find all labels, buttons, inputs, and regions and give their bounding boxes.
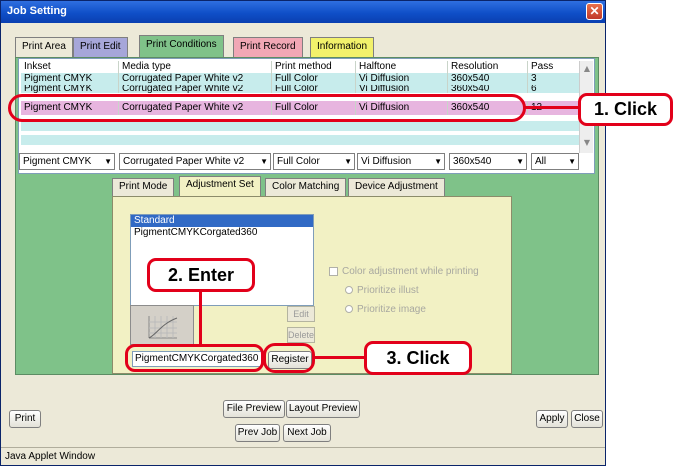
prioritize-illust-label: Prioritize illust — [357, 285, 419, 296]
checkbox-icon — [329, 266, 338, 276]
media-value: Corrugated Paper White v2 — [123, 156, 245, 167]
header-inkset: Inkset — [21, 61, 119, 73]
cell-media: Corrugated Paper White v2 — [119, 73, 272, 85]
inkset-value: Pigment CMYK — [23, 156, 92, 167]
pass-select[interactable]: All ▼ — [531, 153, 579, 170]
chevron-down-icon: ▼ — [260, 157, 268, 166]
layout-preview-button[interactable]: Layout Preview — [286, 400, 360, 418]
row-highlight-ring — [8, 94, 526, 122]
tab-color-matching[interactable]: Color Matching — [265, 178, 347, 196]
chevron-down-icon: ▼ — [568, 157, 576, 166]
scroll-up-icon[interactable]: ▲ — [581, 63, 593, 75]
cell-inkset: Pigment CMYK — [21, 73, 119, 85]
list-item[interactable]: Standard — [131, 215, 313, 227]
resolution-select[interactable]: 360x540 ▼ — [449, 153, 527, 170]
list-item[interactable]: PigmentCMYKCorgated360 — [131, 227, 313, 239]
apply-button[interactable]: Apply — [536, 410, 568, 428]
prev-job-button[interactable]: Prev Job — [235, 424, 280, 442]
graph-button[interactable] — [130, 305, 194, 345]
chevron-down-icon: ▼ — [516, 157, 524, 166]
scroll-down-icon[interactable]: ▼ — [581, 137, 593, 149]
cell-method: Full Color — [272, 85, 356, 93]
callout-connector — [524, 106, 580, 109]
chevron-down-icon: ▼ — [344, 157, 352, 166]
callout-connector — [313, 356, 365, 359]
halftone-value: Vi Diffusion — [361, 156, 412, 167]
tab-print-area[interactable]: Print Area — [15, 37, 73, 57]
header-print-method: Print method — [272, 61, 356, 73]
table-row-empty — [21, 121, 581, 131]
prioritize-image-radio[interactable]: Prioritize image — [345, 304, 426, 315]
header-pass: Pass — [528, 61, 581, 73]
curve-graph-icon — [148, 316, 178, 339]
cell-inkset: Pigment CMYK — [21, 85, 119, 93]
resolution-value: 360x540 — [453, 156, 492, 167]
color-adjust-checkbox[interactable]: Color adjustment while printing — [329, 266, 479, 277]
tab-information[interactable]: Information — [310, 37, 375, 57]
tab-adjustment-set[interactable]: Adjustment Set — [179, 176, 261, 196]
title-bar: Job Setting ✕ — [1, 1, 605, 23]
prioritize-illust-radio[interactable]: Prioritize illust — [345, 285, 419, 296]
tab-print-mode[interactable]: Print Mode — [112, 178, 175, 196]
radio-icon — [345, 305, 353, 314]
header-resolution: Resolution — [448, 61, 528, 73]
method-value: Full Color — [277, 156, 320, 167]
cell-method: Full Color — [272, 73, 356, 85]
pass-value: All — [535, 156, 547, 167]
inkset-select[interactable]: Pigment CMYK ▼ — [19, 153, 115, 170]
table-header: Inkset Media type Print method Halftone … — [21, 61, 581, 73]
halftone-select[interactable]: Vi Diffusion ▼ — [357, 153, 445, 170]
status-bar: Java Applet Window — [1, 447, 605, 465]
cell-resolution: 360x540 — [448, 85, 528, 93]
cell-media: Corrugated Paper White v2 — [119, 85, 272, 93]
cell-resolution: 360x540 — [448, 73, 528, 85]
register-highlight-ring — [263, 343, 315, 373]
cell-halftone: Vi Diffusion — [356, 85, 448, 93]
edit-button[interactable]: Edit — [287, 306, 315, 322]
callout-connector — [199, 291, 202, 345]
table-row[interactable]: Pigment CMYK Corrugated Paper White v2 F… — [21, 73, 581, 85]
step2-callout: 2. Enter — [147, 258, 255, 292]
cell-pass: 3 — [528, 73, 581, 85]
cell-pass: 6 — [528, 85, 581, 93]
chevron-down-icon: ▼ — [434, 157, 442, 166]
next-job-button[interactable]: Next Job — [283, 424, 331, 442]
job-setting-window: Job Setting ✕ Print Area Print Edit Prin… — [0, 0, 606, 466]
table-row[interactable]: Pigment CMYK Corrugated Paper White v2 F… — [21, 85, 581, 93]
delete-button[interactable]: Delete — [287, 327, 315, 343]
print-button[interactable]: Print — [9, 410, 41, 428]
header-media-type: Media type — [119, 61, 272, 73]
header-halftone: Halftone — [356, 61, 448, 73]
media-select[interactable]: Corrugated Paper White v2 ▼ — [119, 153, 271, 170]
radio-icon — [345, 286, 353, 295]
close-button[interactable]: Close — [571, 410, 603, 428]
file-preview-button[interactable]: File Preview — [223, 400, 285, 418]
tab-device-adjustment[interactable]: Device Adjustment — [348, 178, 445, 196]
step3-callout: 3. Click — [364, 341, 472, 375]
tab-print-record[interactable]: Print Record — [233, 37, 303, 57]
window-title: Job Setting — [7, 5, 67, 17]
cell-halftone: Vi Diffusion — [356, 73, 448, 85]
tab-print-edit[interactable]: Print Edit — [73, 37, 128, 57]
prioritize-image-label: Prioritize image — [357, 304, 426, 315]
input-highlight-ring — [125, 344, 264, 372]
table-row-empty — [21, 135, 581, 145]
tab-print-conditions[interactable]: Print Conditions — [139, 35, 224, 57]
chevron-down-icon: ▼ — [104, 157, 112, 166]
close-window-button[interactable]: ✕ — [586, 3, 603, 20]
color-adjust-label: Color adjustment while printing — [342, 266, 479, 277]
method-select[interactable]: Full Color ▼ — [273, 153, 355, 170]
step1-callout: 1. Click — [578, 93, 673, 126]
